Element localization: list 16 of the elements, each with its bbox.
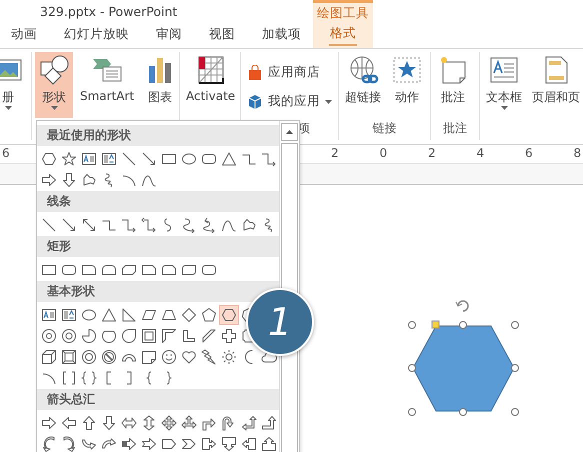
contextual-tab-label: 绘图工具 (317, 4, 369, 22)
ruler-number: 2 (428, 146, 436, 160)
ruler-number: 6 (525, 146, 533, 160)
ruler-number: 2 (331, 146, 339, 160)
ruler-number: 8 (574, 146, 582, 160)
section-title: 箭头总汇 (47, 391, 95, 408)
group-label: 批注 (443, 120, 467, 137)
ruler-number: 4 (476, 146, 484, 160)
window-title: 329.pptx - PowerPoint (40, 4, 178, 19)
ruler-number: 0 (380, 146, 388, 160)
section-title: 最近使用的形状 (47, 127, 131, 144)
section-title: 矩形 (47, 238, 71, 255)
group-label: 链接 (372, 120, 396, 137)
section-title: 线条 (47, 193, 71, 210)
ruler-number: 6 (2, 146, 10, 160)
section-title: 基本形状 (47, 283, 95, 300)
